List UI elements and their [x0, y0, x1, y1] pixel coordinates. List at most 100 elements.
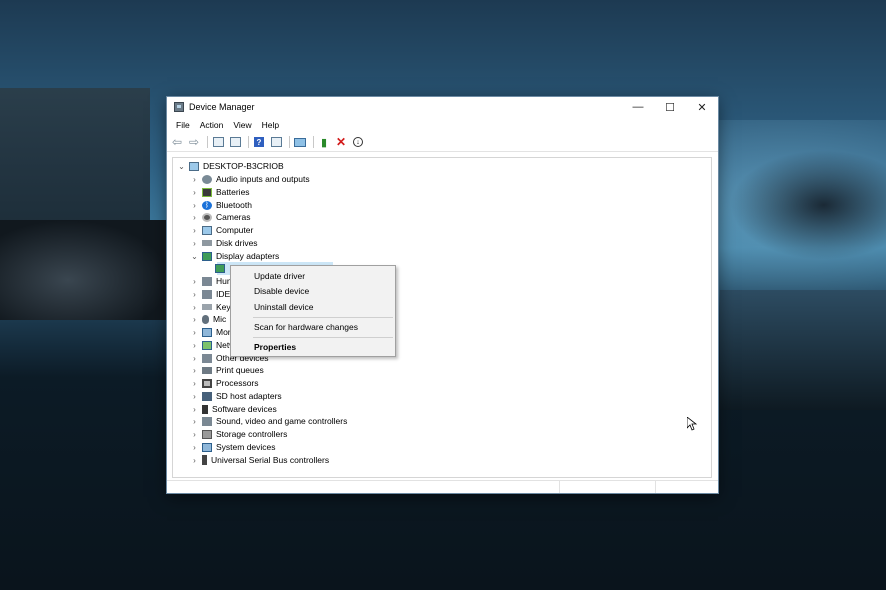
context-uninstall-device[interactable]: Uninstall device [231, 299, 395, 314]
ide-icon [202, 289, 212, 299]
system-icon [202, 442, 212, 452]
update-driver-icon[interactable]: ▮ [317, 136, 331, 149]
chevron-right-icon[interactable]: › [190, 290, 199, 299]
tree-item-label: Print queues [216, 365, 264, 376]
tree-item-hid[interactable]: › Hun [190, 275, 231, 288]
computer-icon [202, 225, 212, 235]
tree-item-keyboards[interactable]: › Key [190, 301, 231, 314]
chevron-down-icon[interactable]: ⌄ [177, 162, 186, 171]
tree-item-label: Sound, video and game controllers [216, 416, 348, 427]
chevron-right-icon[interactable]: › [190, 443, 199, 452]
tree-item-label: System devices [216, 442, 276, 453]
usb-icon [202, 455, 207, 466]
chevron-right-icon[interactable]: › [190, 366, 199, 375]
chevron-right-icon[interactable]: › [190, 379, 199, 388]
chevron-right-icon[interactable]: › [190, 175, 199, 184]
context-scan-hardware[interactable]: Scan for hardware changes [231, 319, 395, 334]
device-manager-icon [174, 102, 184, 112]
chevron-right-icon[interactable]: › [190, 456, 199, 465]
context-menu: Update driver Disable device Uninstall d… [230, 265, 396, 357]
status-cell-main [167, 481, 559, 493]
tree-item-cameras[interactable]: › Cameras [190, 211, 250, 224]
background-rocks [0, 220, 170, 320]
title-bar[interactable]: Device Manager — ☐ ✕ [167, 97, 718, 117]
disable-download-icon[interactable]: ↓ [351, 136, 365, 148]
tree-item-label: Batteries [216, 187, 250, 198]
battery-icon [202, 187, 212, 197]
tree-item-display-adapters[interactable]: ⌄ Display adapters [190, 250, 279, 263]
tree-item-network[interactable]: › Netw [190, 339, 235, 352]
properties-icon[interactable] [228, 136, 242, 148]
software-icon [202, 404, 208, 414]
tree-item-label: Processors [216, 378, 259, 389]
scan-monitor-icon[interactable] [293, 136, 307, 148]
monitor-icon [202, 327, 212, 337]
chevron-right-icon[interactable]: › [190, 392, 199, 401]
audio-icon [202, 174, 212, 184]
chevron-right-icon[interactable]: › [190, 341, 199, 350]
display-icon [202, 251, 212, 261]
tree-item-audio[interactable]: › Audio inputs and outputs [190, 173, 309, 186]
status-bar [167, 480, 718, 493]
context-disable-device[interactable]: Disable device [231, 283, 395, 298]
tree-item-label: Universal Serial Bus controllers [211, 455, 330, 466]
toolbar: ⇦ ⇨ ? ▮ ✕ ↓ [167, 133, 718, 152]
tree-item-disk-drives[interactable]: › Disk drives [190, 237, 258, 250]
chevron-right-icon[interactable]: › [190, 315, 199, 324]
chevron-right-icon[interactable]: › [190, 239, 199, 248]
tree-item-ide[interactable]: › IDE [190, 288, 230, 301]
tree-item-storage[interactable]: › Storage controllers [190, 428, 287, 441]
tree-item-label: Disk drives [216, 238, 258, 249]
chevron-right-icon[interactable]: › [190, 188, 199, 197]
tree-item-system-devices[interactable]: › System devices [190, 441, 276, 454]
tree-item-monitors[interactable]: › Mon [190, 326, 232, 339]
chevron-right-icon[interactable]: › [190, 417, 199, 426]
tree-item-label: SD host adapters [216, 391, 282, 402]
tree-item-bluetooth[interactable]: › ᛒ Bluetooth [190, 199, 252, 212]
chevron-right-icon[interactable]: › [190, 201, 199, 210]
context-update-driver[interactable]: Update driver [231, 268, 395, 283]
uninstall-x-icon[interactable]: ✕ [334, 135, 348, 149]
tree-item-print-queues[interactable]: › Print queues [190, 364, 264, 377]
sd-icon [202, 391, 212, 401]
chevron-right-icon[interactable]: › [190, 405, 199, 414]
maximize-button[interactable]: ☐ [654, 97, 686, 117]
context-separator [253, 337, 393, 338]
close-button[interactable]: ✕ [686, 97, 718, 117]
view-icon[interactable] [269, 136, 283, 148]
back-arrow-icon[interactable]: ⇦ [170, 135, 184, 149]
tree-item-processors[interactable]: › Processors [190, 377, 259, 390]
chevron-right-icon[interactable]: › [190, 430, 199, 439]
chevron-right-icon[interactable]: › [190, 226, 199, 235]
chevron-down-icon[interactable]: ⌄ [190, 252, 199, 261]
tree-item-mice[interactable]: › Mic [190, 313, 226, 326]
chevron-right-icon[interactable]: › [190, 213, 199, 222]
tree-item-sound[interactable]: › Sound, video and game controllers [190, 415, 347, 428]
tree-root[interactable]: ⌄ DESKTOP-B3CRIOB [177, 160, 284, 173]
chevron-right-icon[interactable]: › [190, 303, 199, 312]
show-hide-console-tree-icon[interactable] [211, 136, 225, 148]
menu-view[interactable]: View [228, 120, 256, 130]
chevron-right-icon[interactable]: › [190, 354, 199, 363]
computer-icon [189, 161, 199, 171]
help-icon[interactable]: ? [252, 136, 266, 148]
chevron-right-icon[interactable]: › [190, 328, 199, 337]
tree-item-label: Software devices [212, 404, 277, 415]
tree-item-display-device[interactable] [215, 262, 229, 275]
tree-root-label: DESKTOP-B3CRIOB [203, 161, 284, 172]
menu-action[interactable]: Action [195, 120, 229, 130]
context-properties[interactable]: Properties [231, 339, 395, 354]
storage-icon [202, 429, 212, 439]
chevron-right-icon[interactable]: › [190, 277, 199, 286]
tree-item-label: Computer [216, 225, 254, 236]
sound-icon [202, 416, 212, 426]
tree-item-software-devices[interactable]: › Software devices [190, 403, 277, 416]
tree-item-sd-host[interactable]: › SD host adapters [190, 390, 282, 403]
tree-item-usb[interactable]: › Universal Serial Bus controllers [190, 454, 329, 467]
menu-file[interactable]: File [171, 120, 195, 130]
minimize-button[interactable]: — [622, 97, 654, 117]
tree-item-batteries[interactable]: › Batteries [190, 186, 250, 199]
forward-arrow-icon[interactable]: ⇨ [187, 135, 201, 149]
tree-item-computer[interactable]: › Computer [190, 224, 253, 237]
menu-help[interactable]: Help [257, 120, 284, 130]
